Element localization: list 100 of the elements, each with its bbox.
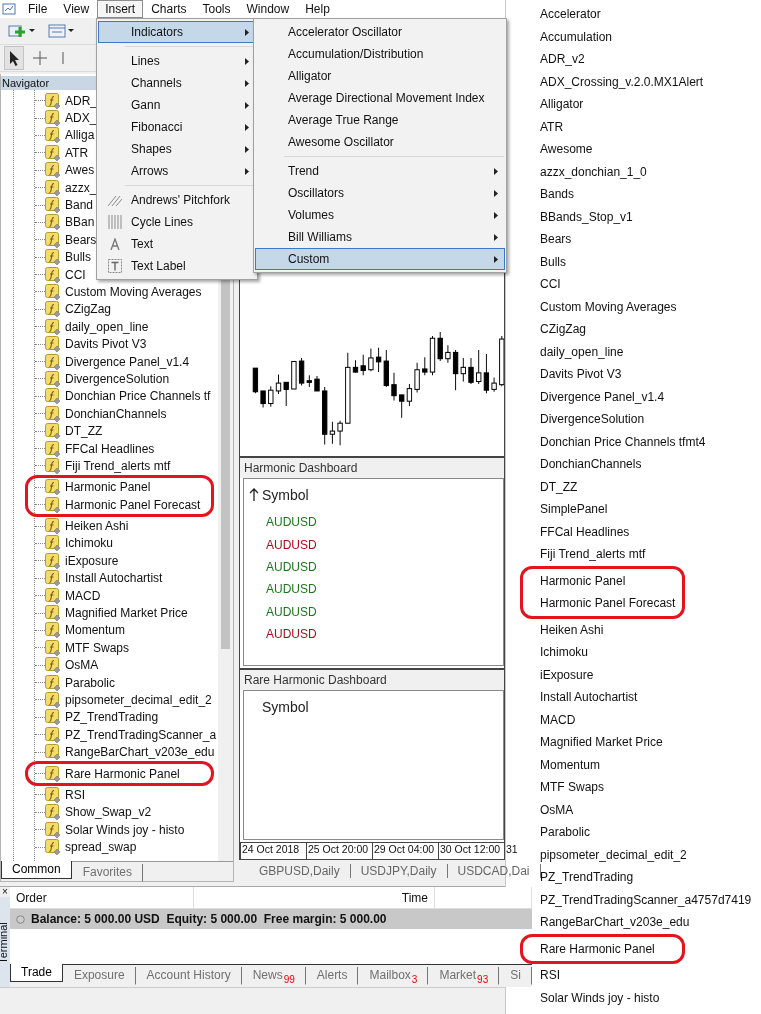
- navigator-item[interactable]: Parabolic: [65, 675, 116, 690]
- indicator-name[interactable]: Custom Moving Averages: [540, 299, 677, 314]
- navigator-item[interactable]: OsMA: [65, 658, 99, 673]
- menu-item[interactable]: Cycle Lines: [98, 211, 256, 233]
- cursor-tool-button[interactable]: [4, 46, 24, 70]
- close-button[interactable]: ×: [0, 887, 10, 897]
- navigator-item[interactable]: Awes: [65, 163, 95, 178]
- indicator-name[interactable]: Awesome: [540, 142, 593, 157]
- navigator-item[interactable]: Install Autochartist: [65, 571, 163, 586]
- indicator-name[interactable]: MTF Swaps: [540, 780, 604, 795]
- menu-item[interactable]: Shapes: [98, 138, 256, 160]
- navigator-item[interactable]: spread_swap: [65, 840, 137, 855]
- menu-item[interactable]: Gann: [98, 94, 256, 116]
- indicator-name[interactable]: Parabolic: [540, 825, 591, 840]
- menu-item[interactable]: Andrews' Pitchfork: [98, 189, 256, 211]
- menu-item[interactable]: Lines: [98, 50, 256, 72]
- indicator-name[interactable]: Magnified Market Price: [540, 735, 663, 750]
- menu-item[interactable]: Text Label: [98, 255, 256, 277]
- navigator-item[interactable]: RSI: [65, 787, 85, 802]
- navigator-item[interactable]: Ichimoku: [65, 536, 114, 551]
- navigator-item[interactable]: CCI: [65, 267, 86, 282]
- navigator-item[interactable]: Harmonic Panel Forecast: [65, 497, 201, 512]
- menu-bar-item[interactable]: Charts: [143, 0, 195, 18]
- navigator-item[interactable]: Heiken Ashi: [65, 519, 129, 534]
- indicator-name[interactable]: Bulls: [540, 254, 566, 269]
- indicator-name[interactable]: Accelerator: [540, 7, 601, 22]
- indicator-name[interactable]: PZ_TrendTrading: [540, 870, 634, 885]
- column-header[interactable]: Symbol: [262, 487, 309, 503]
- navigator-item[interactable]: DonchianChannels: [65, 406, 167, 421]
- terminal-tab[interactable]: Account History: [135, 967, 242, 985]
- menu-item[interactable]: Awesome Oscillator: [255, 131, 505, 153]
- menu-item[interactable]: Accelerator Oscillator: [255, 21, 505, 43]
- indicator-name[interactable]: Donchian Price Channels tfmt4: [540, 434, 706, 449]
- indicator-name[interactable]: SimplePanel: [540, 502, 608, 517]
- navigator-item[interactable]: Solar Winds joy - histo: [65, 822, 185, 837]
- navigator-item[interactable]: PZ_TrendTrading: [65, 710, 159, 725]
- indicator-name[interactable]: DT_ZZ: [540, 479, 578, 494]
- indicator-name[interactable]: ADR_v2: [540, 52, 585, 67]
- menu-item[interactable]: Trend: [255, 160, 505, 182]
- menu-item[interactable]: Indicators: [98, 21, 256, 43]
- indicator-name[interactable]: OsMA: [540, 802, 574, 817]
- navigator-item[interactable]: pipsometer_decimal_edit_2: [65, 692, 212, 707]
- navigator-item[interactable]: CZigZag: [65, 302, 111, 317]
- menu-bar-item[interactable]: Insert: [97, 0, 144, 18]
- navigator-item[interactable]: DivergenceSolution: [65, 371, 170, 386]
- indicator-name[interactable]: Bands: [540, 187, 575, 202]
- indicator-name[interactable]: iExposure: [540, 667, 594, 682]
- navigator-item[interactable]: daily_open_line: [65, 319, 149, 334]
- chart-tab[interactable]: USDJPY,Daily: [350, 864, 448, 878]
- indicator-name[interactable]: Alligator: [540, 97, 584, 112]
- menu-bar-item[interactable]: Window: [238, 0, 298, 18]
- indicator-name[interactable]: Heiken Ashi: [540, 622, 604, 637]
- navigator-item[interactable]: azzx_: [65, 180, 97, 195]
- navigator-item[interactable]: Show_Swap_v2: [65, 805, 152, 820]
- menu-item[interactable]: Arrows: [98, 160, 256, 182]
- navigator-item[interactable]: BBan: [65, 215, 95, 230]
- menu-item[interactable]: Volumes: [255, 204, 505, 226]
- indicator-name[interactable]: RSI: [540, 968, 560, 983]
- indicator-name[interactable]: Divergence Panel_v1.4: [540, 389, 665, 404]
- navigator-item[interactable]: ATR: [65, 145, 89, 160]
- indicator-name[interactable]: FFCal Headlines: [540, 524, 630, 539]
- navigator-item[interactable]: ADX_: [65, 111, 97, 126]
- menu-item[interactable]: Oscillators: [255, 182, 505, 204]
- menu-item[interactable]: Bill Williams: [255, 226, 505, 248]
- indicator-name[interactable]: Ichimoku: [540, 645, 589, 660]
- navigator-item[interactable]: Magnified Market Price: [65, 606, 188, 620]
- indicator-name[interactable]: Harmonic Panel: [540, 573, 626, 588]
- navigator-item[interactable]: Band: [65, 198, 94, 213]
- menu-bar-item[interactable]: Tools: [194, 0, 239, 18]
- menu-item[interactable]: Text: [98, 233, 256, 255]
- terminal-tab[interactable]: Exposure: [62, 967, 136, 985]
- indicator-name[interactable]: Harmonic Panel Forecast: [540, 596, 676, 611]
- navigator-item[interactable]: RangeBarChart_v203e_edu: [65, 745, 215, 760]
- indicator-name[interactable]: Bears: [540, 232, 572, 247]
- indicator-name[interactable]: Momentum: [540, 757, 601, 772]
- indicator-name[interactable]: Davits Pivot V3: [540, 367, 622, 382]
- indicator-name[interactable]: Accumulation: [540, 29, 613, 44]
- terminal-tab[interactable]: Alerts: [305, 967, 359, 985]
- indicator-name[interactable]: BBands_Stop_v1: [540, 209, 633, 224]
- menu-item[interactable]: Average Directional Movement Index: [255, 87, 505, 109]
- navigator-item[interactable]: iExposure: [65, 553, 119, 568]
- terminal-tab[interactable]: Trade: [10, 964, 63, 982]
- menu-bar-item[interactable]: View: [55, 0, 98, 18]
- indicator-name[interactable]: MACD: [540, 712, 576, 727]
- column-header[interactable]: Time: [194, 887, 435, 908]
- navigator-item[interactable]: Custom Moving Averages: [65, 285, 202, 299]
- navigator-item[interactable]: Alliga: [65, 128, 95, 143]
- menu-item[interactable]: Custom: [255, 248, 505, 270]
- indicator-name[interactable]: CZigZag: [540, 322, 586, 337]
- indicator-name[interactable]: Solar Winds joy - histo: [540, 990, 660, 1005]
- column-header[interactable]: Symbol: [262, 699, 309, 715]
- navigator-item[interactable]: Bears: [65, 232, 97, 247]
- navigator-item[interactable]: Harmonic Panel: [65, 480, 151, 495]
- menu-item[interactable]: Accumulation/Distribution: [255, 43, 505, 65]
- column-header[interactable]: Order: [10, 887, 194, 908]
- navigator-item[interactable]: PZ_TrendTradingScanner_a: [65, 727, 217, 742]
- navigator-item[interactable]: DT_ZZ: [65, 424, 103, 439]
- navigator-item[interactable]: Momentum: [65, 623, 126, 638]
- indicator-name[interactable]: ADX_Crossing_v.2.0.MX1Alert: [540, 74, 704, 89]
- navigator-item[interactable]: FFCal Headlines: [65, 441, 155, 456]
